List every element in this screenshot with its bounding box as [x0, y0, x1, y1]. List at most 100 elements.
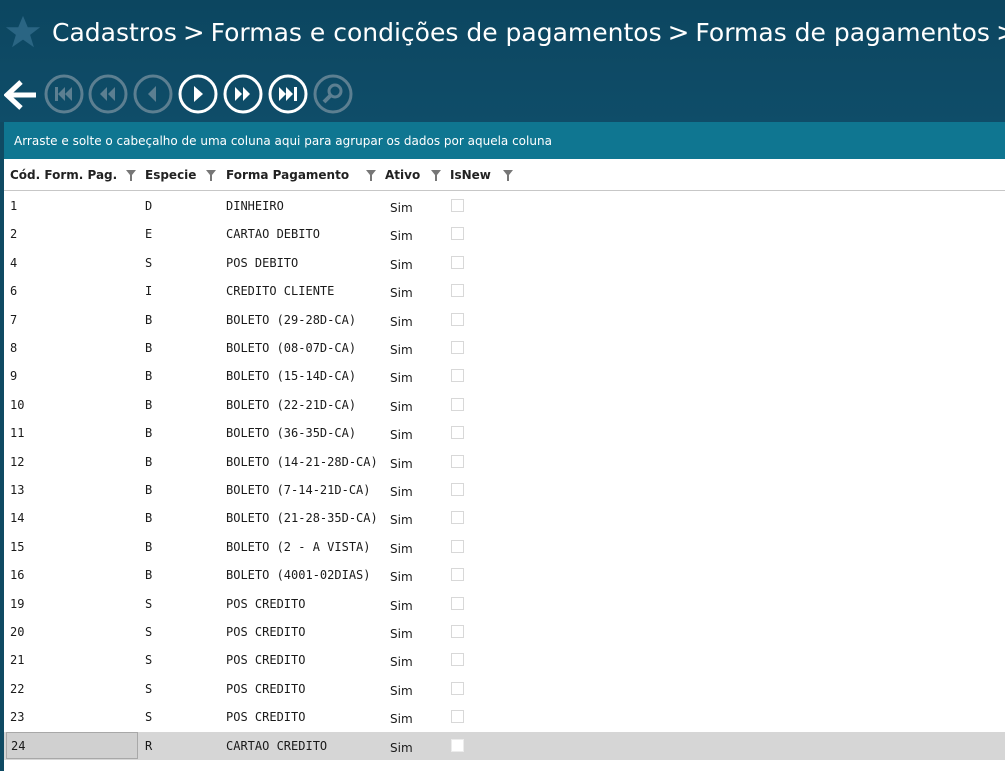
isnew-checkbox[interactable] — [451, 397, 464, 411]
cell-codigo[interactable]: 8 — [10, 334, 17, 362]
cell-ativo[interactable]: Sim — [390, 506, 413, 534]
table-row[interactable]: 15 B BOLETO (2 - A VISTA) Sim — [4, 533, 1005, 561]
cell-especie[interactable]: B — [145, 419, 152, 447]
filter-icon[interactable] — [126, 170, 136, 181]
cell-ativo[interactable]: Sim — [390, 222, 413, 250]
cell-ativo[interactable]: Sim — [390, 535, 413, 563]
table-row[interactable]: 12 B BOLETO (14-21-28D-CA) Sim — [4, 448, 1005, 476]
cell-ativo[interactable]: Sim — [390, 563, 413, 591]
cell-forma-pagamento[interactable]: BOLETO (36-35D-CA) — [226, 419, 356, 447]
cell-ativo[interactable]: Sim — [390, 393, 413, 421]
cell-forma-pagamento[interactable]: POS CREDITO — [226, 703, 305, 731]
isnew-checkbox[interactable] — [451, 454, 464, 468]
group-by-drop-area[interactable]: Arraste e solte o cabeçalho de uma colun… — [4, 122, 1005, 159]
cell-codigo[interactable]: 9 — [10, 362, 17, 390]
isnew-checkbox[interactable] — [451, 511, 464, 525]
cell-especie[interactable]: S — [145, 618, 152, 646]
table-row[interactable]: 23 S POS CREDITO Sim — [4, 703, 1005, 731]
isnew-checkbox[interactable] — [451, 227, 464, 241]
cell-codigo[interactable]: 11 — [10, 419, 24, 447]
table-row[interactable]: 6 I CREDITO CLIENTE Sim — [4, 277, 1005, 305]
cell-forma-pagamento[interactable]: BOLETO (29-28D-CA) — [226, 306, 356, 334]
previous-record-button[interactable] — [133, 74, 173, 114]
table-row[interactable]: 20 S POS CREDITO Sim — [4, 618, 1005, 646]
cell-especie[interactable]: I — [145, 277, 152, 305]
table-row[interactable]: 7 B BOLETO (29-28D-CA) Sim — [4, 306, 1005, 334]
cell-especie[interactable]: E — [145, 220, 152, 248]
cell-codigo[interactable]: 22 — [10, 675, 24, 703]
cell-forma-pagamento[interactable]: BOLETO (08-07D-CA) — [226, 334, 356, 362]
column-header-isnew[interactable]: IsNew — [450, 159, 491, 191]
cell-especie[interactable]: B — [145, 334, 152, 362]
table-row[interactable]: 11 B BOLETO (36-35D-CA) Sim — [4, 419, 1005, 447]
cell-codigo[interactable]: 23 — [10, 703, 24, 731]
isnew-checkbox[interactable] — [451, 539, 464, 553]
cell-codigo[interactable]: 2 — [10, 220, 17, 248]
table-row[interactable]: 8 B BOLETO (08-07D-CA) Sim — [4, 334, 1005, 362]
isnew-checkbox[interactable] — [451, 369, 464, 383]
isnew-checkbox[interactable] — [451, 596, 464, 610]
search-button[interactable] — [313, 74, 353, 114]
table-row[interactable]: 1 D DINHEIRO Sim — [4, 192, 1005, 220]
cell-codigo[interactable]: 4 — [10, 249, 17, 277]
cell-forma-pagamento[interactable]: BOLETO (21-28-35D-CA) — [226, 504, 378, 532]
isnew-checkbox[interactable] — [451, 681, 464, 695]
cell-forma-pagamento[interactable]: POS CREDITO — [226, 675, 305, 703]
cell-ativo[interactable]: Sim — [390, 648, 413, 676]
isnew-checkbox[interactable] — [451, 738, 464, 752]
cell-forma-pagamento[interactable]: BOLETO (2 - A VISTA) — [226, 533, 371, 561]
cell-codigo[interactable]: 15 — [10, 533, 24, 561]
cell-forma-pagamento[interactable]: BOLETO (7-14-21D-CA) — [226, 476, 371, 504]
cell-especie[interactable]: R — [145, 732, 152, 760]
table-row[interactable]: 22 S POS CREDITO Sim — [4, 675, 1005, 703]
cell-codigo[interactable]: 12 — [10, 448, 24, 476]
cell-ativo[interactable]: Sim — [390, 194, 413, 222]
cell-forma-pagamento[interactable]: BOLETO (15-14D-CA) — [226, 362, 356, 390]
cell-especie[interactable]: B — [145, 306, 152, 334]
cell-especie[interactable]: B — [145, 533, 152, 561]
cell-codigo[interactable]: 14 — [10, 504, 24, 532]
cell-ativo[interactable]: Sim — [390, 620, 413, 648]
cell-especie[interactable]: B — [145, 362, 152, 390]
isnew-checkbox[interactable] — [451, 284, 464, 298]
cell-forma-pagamento[interactable]: BOLETO (4001-02DIAS) — [226, 561, 371, 589]
cell-especie[interactable]: D — [145, 192, 152, 220]
table-row[interactable]: 14 B BOLETO (21-28-35D-CA) Sim — [4, 504, 1005, 532]
cell-ativo[interactable]: Sim — [390, 478, 413, 506]
cell-forma-pagamento[interactable]: POS CREDITO — [226, 618, 305, 646]
back-arrow-icon[interactable] — [4, 76, 38, 114]
cell-ativo[interactable]: Sim — [390, 308, 413, 336]
cell-forma-pagamento[interactable]: POS CREDITO — [226, 590, 305, 618]
filter-icon[interactable] — [366, 170, 376, 181]
cell-ativo[interactable]: Sim — [390, 705, 413, 733]
cell-ativo[interactable]: Sim — [390, 279, 413, 307]
breadcrumb-item-formas-pagamentos[interactable]: Formas de pagamentos — [695, 15, 990, 51]
cell-especie[interactable]: S — [145, 646, 152, 674]
table-row[interactable]: 16 B BOLETO (4001-02DIAS) Sim — [4, 561, 1005, 589]
isnew-checkbox[interactable] — [451, 568, 464, 582]
cell-ativo[interactable]: Sim — [390, 450, 413, 478]
filter-icon[interactable] — [503, 170, 513, 181]
isnew-checkbox[interactable] — [451, 653, 464, 667]
cell-especie[interactable]: B — [145, 476, 152, 504]
favorite-star-icon[interactable] — [4, 12, 42, 52]
cell-codigo[interactable]: 24 — [6, 731, 138, 759]
column-header-especie[interactable]: Especie — [145, 159, 196, 191]
cell-ativo[interactable]: Sim — [390, 251, 413, 279]
cell-especie[interactable]: S — [145, 675, 152, 703]
table-row[interactable]: 19 S POS CREDITO Sim — [4, 590, 1005, 618]
cell-especie[interactable]: S — [145, 703, 152, 731]
isnew-checkbox[interactable] — [451, 625, 464, 638]
table-row[interactable]: 9 B BOLETO (15-14D-CA) Sim — [4, 362, 1005, 390]
isnew-checkbox[interactable] — [451, 710, 464, 724]
table-row[interactable]: 10 B BOLETO (22-21D-CA) Sim — [4, 391, 1005, 419]
cell-ativo[interactable]: Sim — [390, 592, 413, 620]
cell-codigo[interactable]: 20 — [10, 618, 24, 646]
cell-forma-pagamento[interactable]: CREDITO CLIENTE — [226, 277, 334, 305]
cell-especie[interactable]: B — [145, 561, 152, 589]
cell-codigo[interactable]: 7 — [10, 306, 17, 334]
filter-icon[interactable] — [431, 170, 441, 181]
cell-ativo[interactable]: Sim — [390, 734, 413, 762]
cell-especie[interactable]: S — [145, 590, 152, 618]
cell-especie[interactable]: B — [145, 391, 152, 419]
